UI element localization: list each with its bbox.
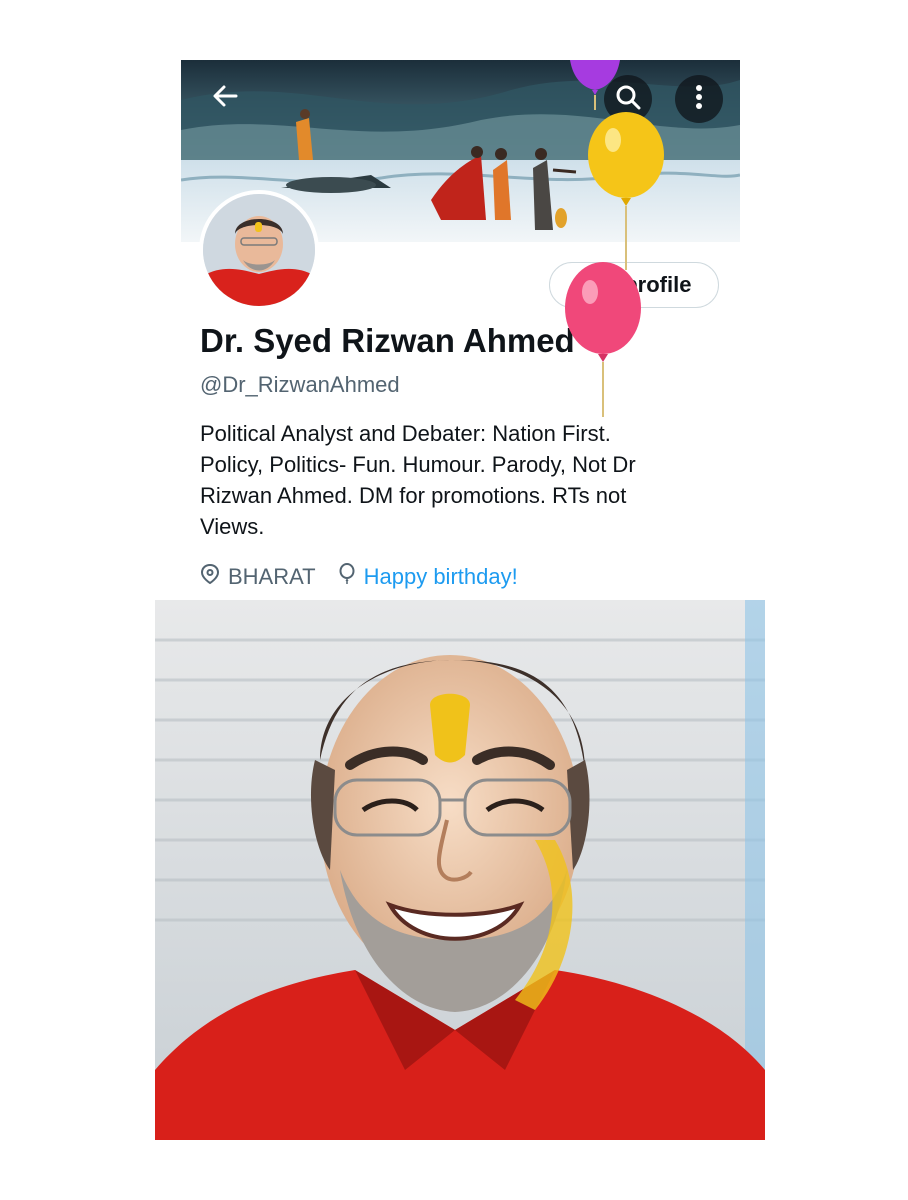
birthday-link[interactable]: Happy birthday! (364, 564, 518, 590)
location-pin-icon (200, 563, 228, 591)
arrow-left-icon (210, 81, 240, 116)
bio-line: Rizwan Ahmed. DM for promotions. RTs not (200, 483, 627, 508)
balloon-yellow (585, 110, 667, 275)
bio-line: Political Analyst and Debater: Nation Fi… (200, 421, 611, 446)
balloon-icon (338, 563, 364, 591)
balloon-purple (565, 60, 625, 115)
user-handle: @Dr_RizwanAhmed (200, 372, 400, 397)
location-item: BHARAT (200, 563, 316, 591)
back-button[interactable] (201, 74, 249, 122)
profile-photo-large (155, 600, 765, 1140)
more-button[interactable] (675, 75, 723, 123)
bio-line: Views. (200, 514, 265, 539)
profile-meta-row: BHARAT Happy birthday! (200, 562, 540, 592)
avatar[interactable] (199, 190, 319, 310)
birthday-item[interactable]: Happy birthday! (338, 563, 518, 591)
location-text: BHARAT (228, 564, 316, 589)
bio: Political Analyst and Debater: Nation Fi… (200, 418, 700, 542)
display-name: Dr. Syed Rizwan Ahmed (200, 322, 575, 359)
bio-line: Policy, Politics- Fun. Humour. Parody, N… (200, 452, 636, 477)
more-vertical-icon (694, 83, 704, 116)
balloon-pink (563, 262, 643, 422)
